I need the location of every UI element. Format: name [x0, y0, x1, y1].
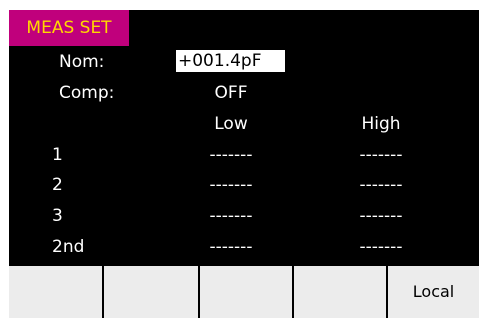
limit-row-label: 2 — [52, 175, 63, 195]
high-column-header: High — [361, 114, 401, 134]
nominal-value-field[interactable]: +001.4pF — [176, 50, 285, 72]
instrument-screen: MEAS SET Nom: +001.4pF Comp: OFF Low Hig… — [9, 10, 479, 318]
high-limit-value[interactable]: ------- — [331, 144, 431, 166]
limit-row-label: 3 — [52, 206, 63, 226]
high-limit-value[interactable]: ------- — [331, 236, 431, 258]
low-column-header: Low — [214, 114, 248, 134]
low-limit-value[interactable]: ------- — [181, 236, 281, 258]
local-softkey[interactable]: Local — [388, 266, 479, 318]
page-title: MEAS SET — [9, 10, 129, 46]
low-limit-value[interactable]: ------- — [181, 174, 281, 196]
nominal-label: Nom: — [59, 52, 105, 72]
limit-row-label: 2nd — [52, 237, 85, 257]
comparator-value[interactable]: OFF — [191, 82, 271, 104]
comparator-label: Comp: — [59, 83, 115, 103]
softkey-bar: Local — [9, 266, 479, 318]
softkey-3[interactable] — [200, 266, 294, 318]
softkey-2[interactable] — [104, 266, 200, 318]
high-limit-value[interactable]: ------- — [331, 174, 431, 196]
low-limit-value[interactable]: ------- — [181, 144, 281, 166]
limit-row-label: 1 — [52, 145, 63, 165]
high-limit-value[interactable]: ------- — [331, 205, 431, 227]
low-limit-value[interactable]: ------- — [181, 205, 281, 227]
softkey-1[interactable] — [9, 266, 104, 318]
softkey-4[interactable] — [294, 266, 388, 318]
